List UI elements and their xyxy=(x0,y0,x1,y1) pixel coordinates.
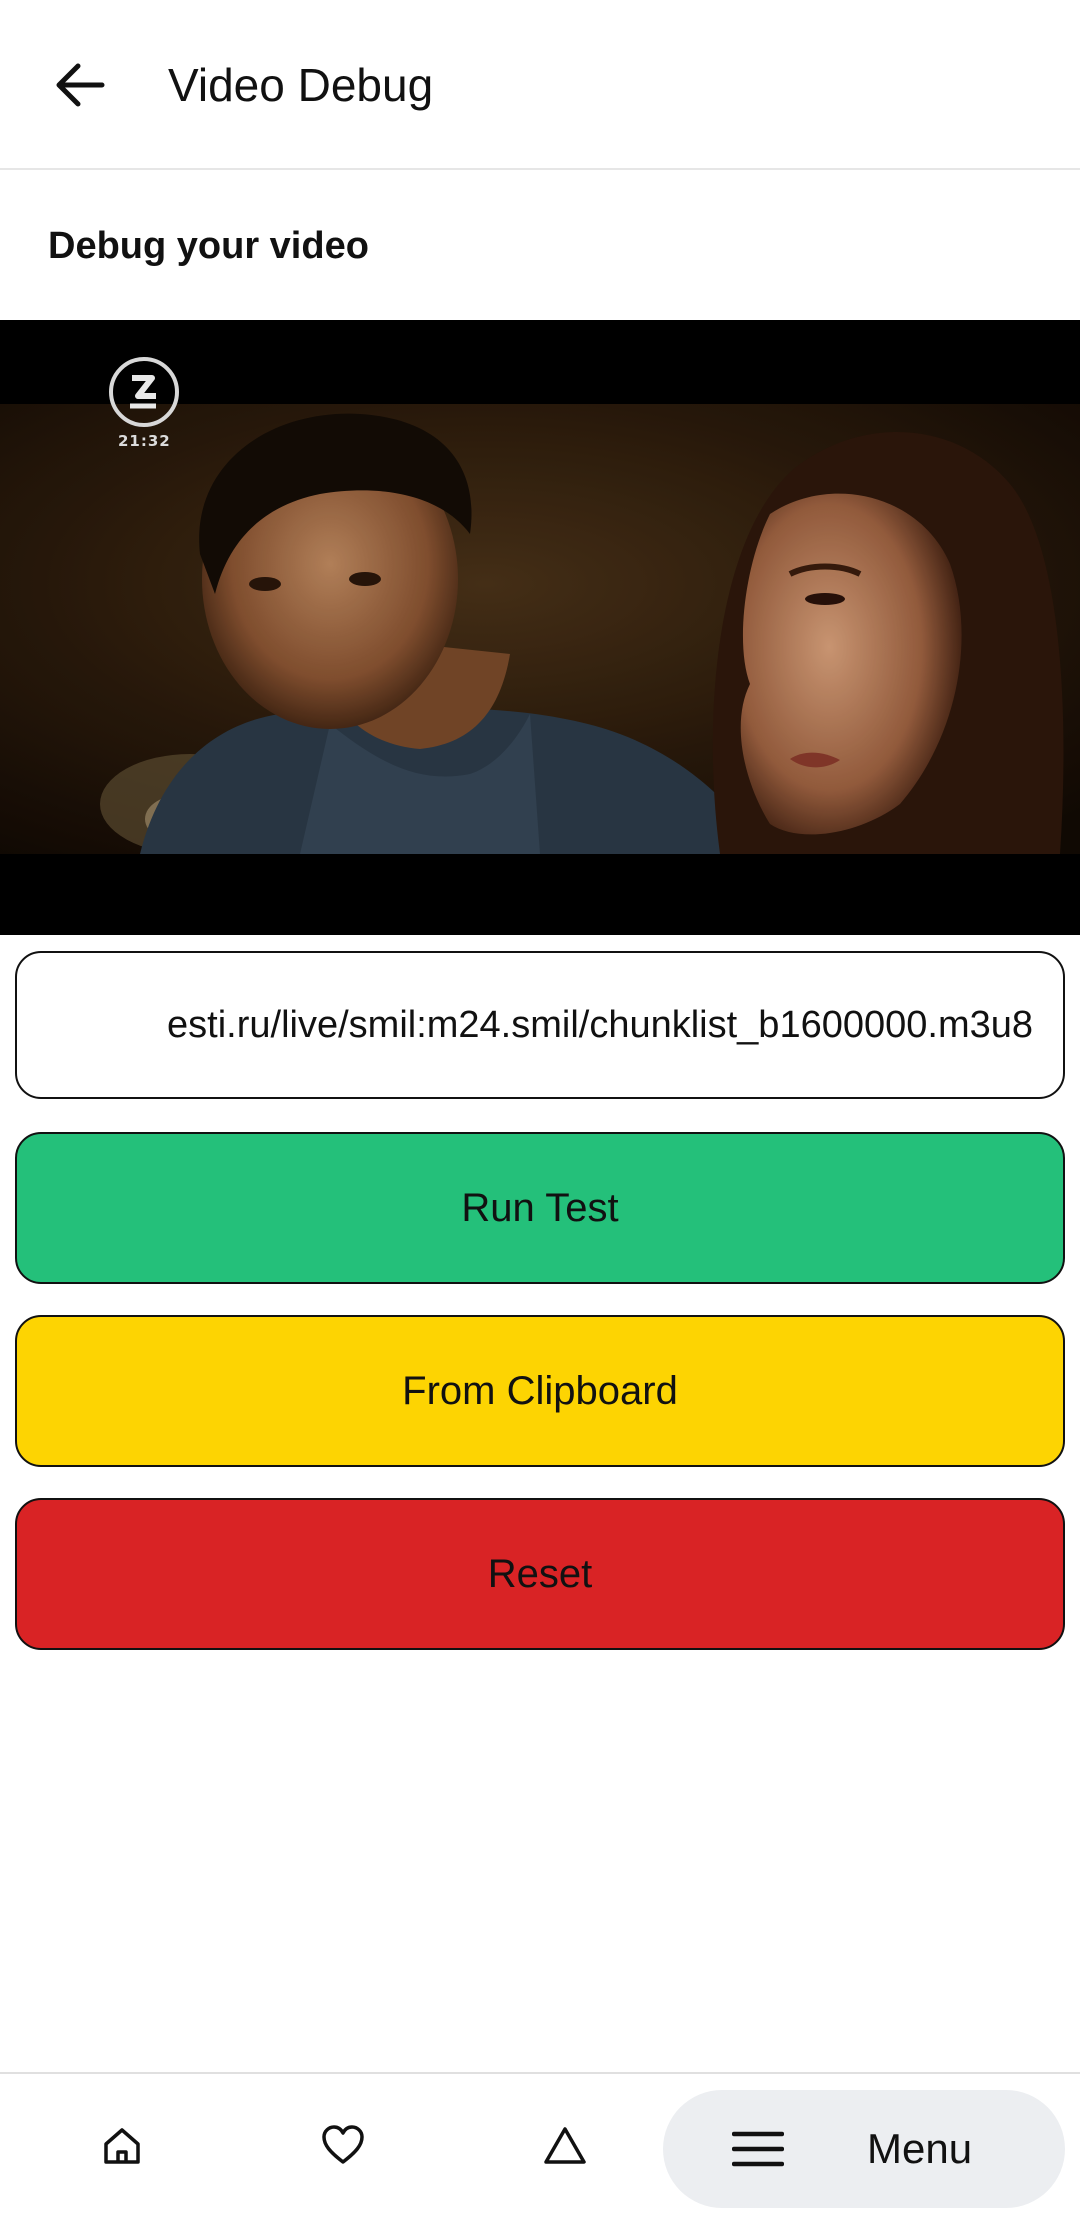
video-player[interactable]: 21:32 xyxy=(0,320,1080,935)
menu-icon-wrap xyxy=(723,2114,793,2184)
nav-home[interactable] xyxy=(86,2110,158,2182)
reset-button[interactable]: Reset xyxy=(15,1498,1065,1650)
app-screen: Video Debug Debug your video 21:32 esti.… xyxy=(0,0,1080,2220)
hamburger-icon xyxy=(732,2131,784,2167)
video-overlay-time: 21:32 xyxy=(118,432,171,450)
from-clipboard-button[interactable]: From Clipboard xyxy=(15,1315,1065,1467)
back-button[interactable] xyxy=(40,45,120,125)
nav-triangle[interactable] xyxy=(529,2110,601,2182)
page-title: Video Debug xyxy=(168,59,434,111)
section-heading: Debug your video xyxy=(48,225,369,267)
menu-button[interactable]: Menu xyxy=(663,2090,1065,2208)
top-app-bar: Video Debug xyxy=(0,0,1080,170)
home-icon xyxy=(104,2128,140,2164)
url-input-container xyxy=(15,951,1065,1099)
channel-logo-icon xyxy=(109,357,179,427)
heart-icon xyxy=(322,2125,364,2164)
video-frame xyxy=(0,404,1080,854)
menu-label: Menu xyxy=(867,2125,973,2172)
run-test-button[interactable]: Run Test xyxy=(15,1132,1065,1284)
triangle-icon xyxy=(544,2127,586,2164)
nav-favorites[interactable] xyxy=(307,2110,379,2182)
url-input[interactable] xyxy=(43,953,1033,1097)
arrow-left-icon xyxy=(56,63,105,107)
bottom-navigation: Menu xyxy=(0,2072,1080,2220)
